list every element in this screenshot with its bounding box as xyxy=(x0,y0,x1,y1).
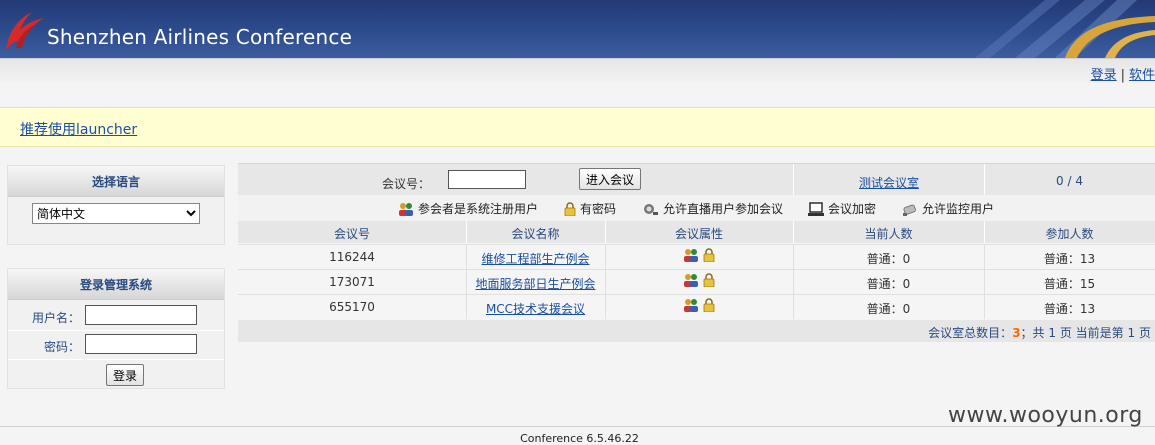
table-header: 会议号 会议名称 会议属性 当前人数 参加人数 xyxy=(238,221,1155,243)
legend-item-registered: 参会者是系统注册用户 xyxy=(398,200,538,217)
pagination-prefix: 会议室总数目： xyxy=(928,326,1013,340)
monitor-icon xyxy=(808,202,824,216)
column-divider xyxy=(793,164,794,195)
legend-item-password: 有密码 xyxy=(564,200,616,217)
software-link[interactable]: 软件 xyxy=(1129,68,1155,83)
legend-label: 有密码 xyxy=(580,202,617,216)
conference-attributes xyxy=(605,298,793,315)
password-input[interactable] xyxy=(85,334,197,354)
pagination-pages-suffix: 页 当前是第 xyxy=(1059,326,1124,340)
language-select[interactable]: 简体中文 xyxy=(32,203,200,224)
joined-count: 普通：15 xyxy=(1043,277,1096,291)
column-header: 会议名称 xyxy=(511,227,560,241)
current-count: 普通：0 xyxy=(866,277,911,291)
conference-attributes xyxy=(605,273,793,290)
conference-id: 116244 xyxy=(329,250,375,264)
username-label: 用户名： xyxy=(31,311,80,325)
pagination-info: 会议室总数目：3；共 1 页 当前是第 1 页 xyxy=(928,324,1151,341)
joined-count: 普通：13 xyxy=(1043,302,1096,316)
legend-label: 允许直播用户参加会议 xyxy=(663,202,784,216)
conference-id: 655170 xyxy=(329,300,375,314)
legend-item-encrypted: 会议加密 xyxy=(808,200,876,217)
header-decoration xyxy=(975,0,1155,58)
password-row: 密码： xyxy=(8,334,224,358)
enter-conference-button[interactable]: 进入会议 xyxy=(579,168,642,190)
column-header: 会议号 xyxy=(333,227,370,241)
pagination-middle: ；共 xyxy=(1020,326,1045,340)
version-text: Conference 6.5.46.22 xyxy=(520,432,639,445)
column-header: 参加人数 xyxy=(1045,227,1094,241)
conference-name-link[interactable]: 地面服务部日生产例会 xyxy=(466,275,605,292)
legend-label: 会议加密 xyxy=(828,202,877,216)
camera-icon xyxy=(903,204,916,216)
total-count: 3 xyxy=(1012,326,1021,340)
lock-icon xyxy=(703,298,715,313)
launcher-link[interactable]: 推荐使用launcher xyxy=(20,119,137,139)
attribute-legend: 参会者是系统注册用户 有密码 允许直播用户参加会议 会议加密 允许监控用户 xyxy=(238,195,1155,221)
table-row: 655170 MCC技术支援会议 普通：0 普通：13 xyxy=(238,294,1155,319)
username-row: 用户名： xyxy=(8,305,224,329)
row-divider xyxy=(8,359,224,360)
conf-no-label: 会议号： xyxy=(382,177,431,191)
login-link[interactable]: 登录 xyxy=(1091,68,1117,83)
test-room-link[interactable]: 测试会议室 xyxy=(859,174,919,191)
users-icon xyxy=(684,274,699,287)
page-count: 1 xyxy=(1048,326,1057,340)
app-title: Shenzhen Airlines Conference xyxy=(47,25,353,49)
lock-icon xyxy=(564,202,576,217)
airline-logo-icon xyxy=(6,12,44,50)
legend-label: 参会者是系统注册用户 xyxy=(418,202,539,216)
link-separator: | xyxy=(1120,68,1125,83)
current-page: 1 xyxy=(1127,326,1136,340)
login-panel: 登录管理系统 用户名： 密码： 登录 xyxy=(7,268,225,389)
login-panel-title: 登录管理系统 xyxy=(8,269,224,300)
search-bar: 会议号： 进入会议 测试会议室 0 / 4 xyxy=(238,163,1155,195)
users-icon xyxy=(684,299,699,312)
column-header: 当前人数 xyxy=(864,227,913,241)
legend-item-monitor: 允许监控用户 xyxy=(902,200,994,217)
pagination-current-suffix: 页 xyxy=(1138,326,1151,340)
current-count: 普通：0 xyxy=(866,252,911,266)
conference-attributes xyxy=(605,248,793,265)
launcher-notice: 推荐使用launcher xyxy=(0,107,1155,147)
top-link-bar: 登录 | 软件 xyxy=(0,58,1155,83)
users-icon xyxy=(684,249,699,262)
conference-id: 173071 xyxy=(329,275,375,289)
conference-name-link[interactable]: 维修工程部生产例会 xyxy=(466,250,605,267)
conference-name-link[interactable]: MCC技术支援会议 xyxy=(466,300,605,317)
legend-item-broadcast: 允许直播用户参加会议 xyxy=(643,200,783,217)
conf-no-input[interactable] xyxy=(448,170,526,189)
table-row: 173071 地面服务部日生产例会 普通：0 普通：15 xyxy=(238,269,1155,294)
joined-count: 普通：13 xyxy=(1043,252,1096,266)
language-panel: 选择语言 简体中文 xyxy=(7,165,225,245)
broadcast-icon xyxy=(644,204,658,215)
current-count: 普通：0 xyxy=(866,302,911,316)
pagination-bar: 会议室总数目：3；共 1 页 当前是第 1 页 xyxy=(238,320,1155,342)
app-header: Shenzhen Airlines Conference xyxy=(0,0,1155,58)
column-header: 会议属性 xyxy=(674,227,723,241)
row-divider xyxy=(8,330,224,331)
language-panel-title: 选择语言 xyxy=(8,166,224,197)
users-icon xyxy=(399,203,413,216)
lock-icon xyxy=(703,273,715,288)
online-count: 0 / 4 xyxy=(1056,174,1083,188)
watermark-text: www.wooyun.org xyxy=(948,403,1143,428)
legend-label: 允许监控用户 xyxy=(922,202,995,216)
table-row: 116244 维修工程部生产例会 普通：0 普通：13 xyxy=(238,244,1155,269)
username-input[interactable] xyxy=(85,305,197,325)
lock-icon xyxy=(703,248,715,263)
password-label: 密码： xyxy=(43,340,80,354)
login-button[interactable]: 登录 xyxy=(106,364,145,386)
